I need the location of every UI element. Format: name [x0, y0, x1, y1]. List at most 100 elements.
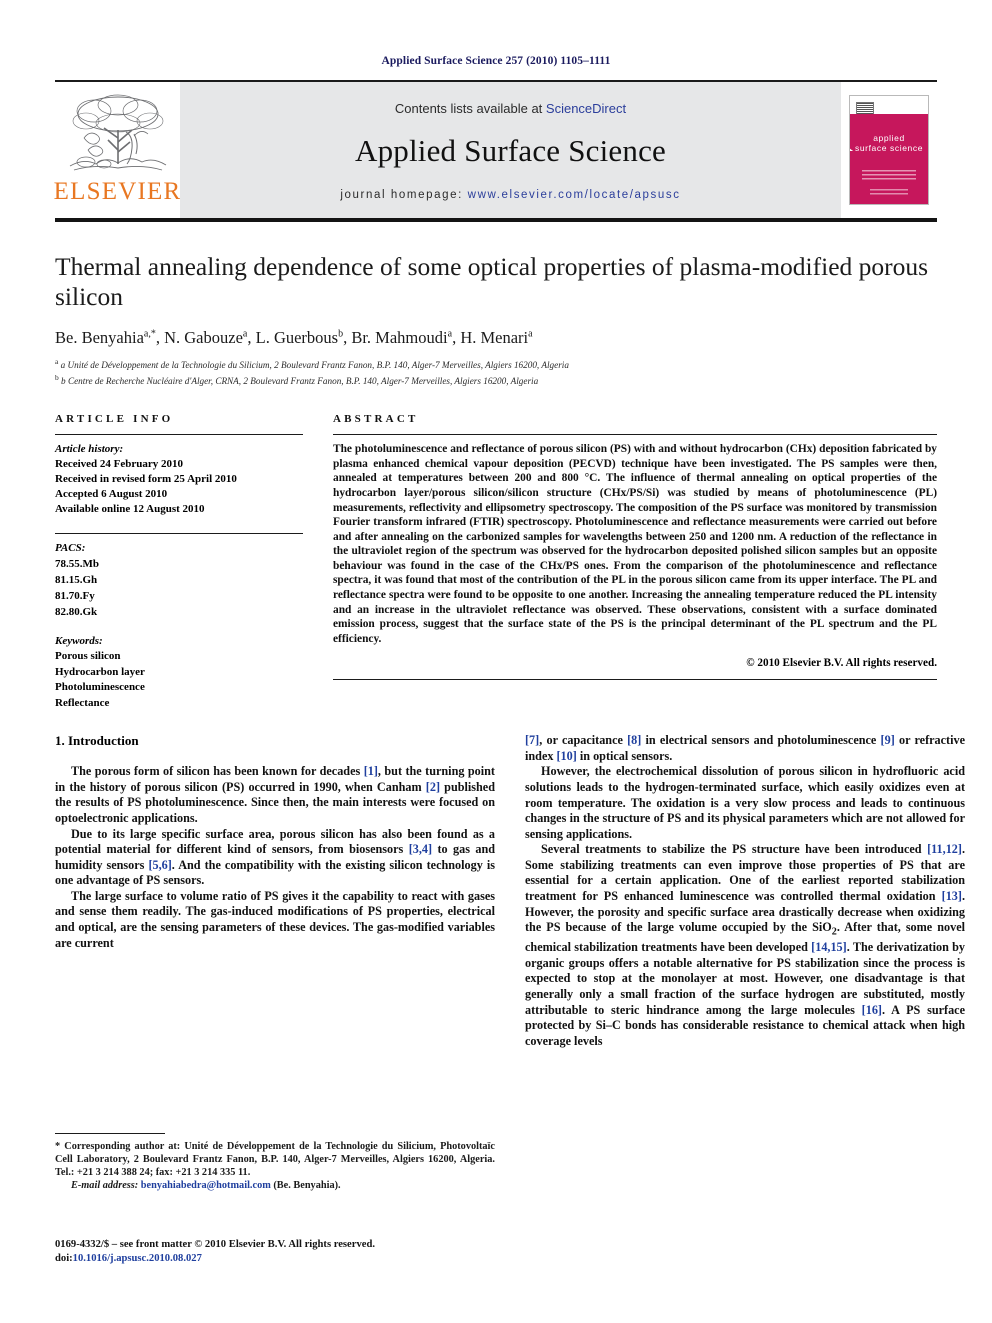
keyword-item: Photoluminescence — [55, 681, 145, 694]
contents-prefix: Contents lists available at — [394, 101, 546, 116]
history-item: Available online 12 August 2010 — [55, 503, 205, 516]
citation-link[interactable]: [5,6] — [148, 858, 171, 872]
article-info-rule-2 — [55, 533, 303, 535]
abstract-column: ABSTRACT The photoluminescence and refle… — [333, 413, 937, 711]
doi-line: doi:10.1016/j.apsusc.2010.08.027 — [55, 1252, 525, 1266]
citation-link[interactable]: [8] — [627, 733, 641, 747]
citation-link[interactable]: [3,4] — [409, 842, 432, 856]
article-page: Applied Surface Science 257 (2010) 1105–… — [0, 0, 992, 1323]
author-1-marks: a,* — [143, 328, 156, 340]
masthead-center: Contents lists available at ScienceDirec… — [180, 82, 841, 218]
contents-available-line: Contents lists available at ScienceDirec… — [395, 101, 626, 116]
article-header: Thermal annealing dependence of some opt… — [55, 252, 937, 387]
doi-link[interactable]: 10.1016/j.apsusc.2010.08.027 — [73, 1253, 202, 1264]
pacs-item: 78.55.Mb — [55, 558, 99, 571]
paragraph: The large surface to volume ratio of PS … — [55, 888, 495, 950]
affiliation-a: a a Unité de Développement de la Technol… — [55, 356, 937, 372]
abstract-bottom-rule — [333, 679, 937, 681]
section-heading-introduction: 1. Introduction — [55, 733, 139, 749]
author-2-marks: a — [242, 328, 248, 340]
author-5: H. Menaria — [460, 328, 533, 347]
pacs-heading: PACS: — [55, 542, 86, 555]
author-2: N. Gabouzea — [164, 328, 248, 347]
cover-title-line1: applied — [873, 133, 905, 143]
cover-footer-lines — [870, 189, 908, 195]
author-1: Be. Benyahiaa,* — [55, 328, 156, 347]
doi-label: doi: — [55, 1253, 73, 1264]
history-item: Accepted 6 August 2010 — [55, 488, 168, 501]
abstract-copyright: © 2010 Elsevier B.V. All rights reserved… — [746, 657, 937, 670]
keyword-item: Reflectance — [55, 696, 110, 709]
paragraph: However, the electrochemical dissolution… — [525, 764, 965, 841]
citation-link[interactable]: [1] — [364, 764, 378, 778]
cover-subtext-lines — [862, 170, 916, 180]
article-history-heading: Article history: — [55, 443, 124, 456]
paragraph: The porous form of silicon has been know… — [55, 764, 495, 825]
pacs-item: 81.70.Fy — [55, 590, 95, 603]
masthead-bottom-rule — [55, 218, 937, 222]
paragraph: Due to its large specific surface area, … — [55, 826, 496, 888]
abstract-rule — [333, 434, 937, 436]
front-matter-block: 0169-4332/$ – see front matter © 2010 El… — [55, 1238, 525, 1266]
paragraph: Several treatments to stabilize the PS s… — [525, 842, 965, 1048]
affiliation-b: b b Centre de Recherche Nucléaire d'Alge… — [55, 372, 937, 388]
cover-image: applied surface science — [849, 95, 929, 205]
sciencedirect-link[interactable]: ScienceDirect — [546, 101, 626, 116]
author-list: Be. Benyahiaa,*, N. Gabouzea, L. Guerbou… — [55, 328, 533, 347]
citation-link[interactable]: [2] — [426, 780, 440, 794]
citation-link[interactable]: [14,15] — [811, 940, 847, 954]
paragraph: [7], or capacitance [8] in electrical se… — [525, 733, 965, 763]
article-info-column: ARTICLE INFO Article history: Received 2… — [55, 413, 303, 711]
elsevier-tree-icon — [69, 94, 166, 171]
citation-link[interactable]: [10] — [557, 749, 577, 763]
author-3: L. Guerbousb — [255, 328, 344, 347]
keywords-heading: Keywords: — [55, 635, 103, 648]
citation-link[interactable]: [13] — [942, 889, 962, 903]
homepage-url-link[interactable]: www.elsevier.com/locate/apsusc — [468, 189, 681, 201]
keyword-item: Porous silicon — [55, 650, 121, 663]
body-columns: 1. Introduction The porous form of silic… — [55, 733, 965, 1049]
author-5-marks: a — [528, 328, 533, 340]
cover-title-line2: surface science — [854, 143, 924, 153]
homepage-prefix: journal homepage: — [340, 189, 463, 201]
journal-homepage-line: journal homepage: www.elsevier.com/locat… — [340, 189, 680, 201]
email-label: E-mail address: — [71, 1180, 139, 1191]
author-4: Br. Mahmoudia — [351, 328, 453, 347]
affiliation-b-marker: b — [55, 372, 59, 382]
body-column-right: [7], or capacitance [8] in electrical se… — [525, 733, 965, 1049]
citation-link[interactable]: [7] — [525, 733, 539, 747]
abstract-text: The photoluminescence and reflectance of… — [333, 443, 937, 645]
history-item: Received in revised form 25 April 2010 — [55, 473, 237, 486]
pacs-item: 82.80.Gk — [55, 606, 98, 619]
journal-masthead: ELSEVIER Contents lists available at Sci… — [53, 80, 937, 218]
footnote-block: * Corresponding author at: Unité de Déve… — [55, 1133, 495, 1192]
elsevier-logo: ELSEVIER — [53, 82, 182, 218]
elsevier-wordmark: ELSEVIER — [53, 178, 182, 205]
corresponding-author-note: * Corresponding author at: Unité de Déve… — [55, 1141, 495, 1178]
info-abstract-region: ARTICLE INFO Article history: Received 2… — [55, 413, 937, 711]
pacs-item: 81.15.Gh — [55, 574, 98, 587]
journal-cover-thumbnail: applied surface science — [841, 82, 937, 218]
citation-link[interactable]: [11,12] — [927, 842, 962, 856]
affiliations: a a Unité de Développement de la Technol… — [55, 356, 937, 387]
author-4-marks: a — [447, 328, 453, 340]
footnote-rule — [55, 1133, 165, 1134]
affiliation-b-text: b Centre de Recherche Nucléaire d'Alger,… — [61, 375, 539, 386]
page-title: Thermal annealing dependence of some opt… — [55, 252, 929, 311]
citation-link[interactable]: [9] — [881, 733, 895, 747]
email-line: E-mail address: benyahiabedra@hotmail.co… — [55, 1179, 495, 1192]
citation-link[interactable]: [16] — [862, 1003, 882, 1017]
author-3-marks: b — [338, 328, 344, 340]
front-matter-line: 0169-4332/$ – see front matter © 2010 El… — [55, 1239, 375, 1250]
keyword-item: Hydrocarbon layer — [55, 665, 145, 678]
affiliation-a-text: a Unité de Développement de la Technolog… — [60, 360, 569, 371]
cover-title-text: applied surface science — [850, 133, 928, 153]
email-link[interactable]: benyahiabedra@hotmail.com — [141, 1180, 271, 1191]
running-head: Applied Surface Science 257 (2010) 1105–… — [381, 55, 611, 67]
subscript: 2 — [831, 926, 837, 938]
article-info-rule — [55, 434, 303, 436]
abstract-heading: ABSTRACT — [333, 413, 419, 426]
body-column-left: 1. Introduction The porous form of silic… — [55, 733, 495, 1049]
affiliation-a-marker: a — [55, 357, 59, 366]
